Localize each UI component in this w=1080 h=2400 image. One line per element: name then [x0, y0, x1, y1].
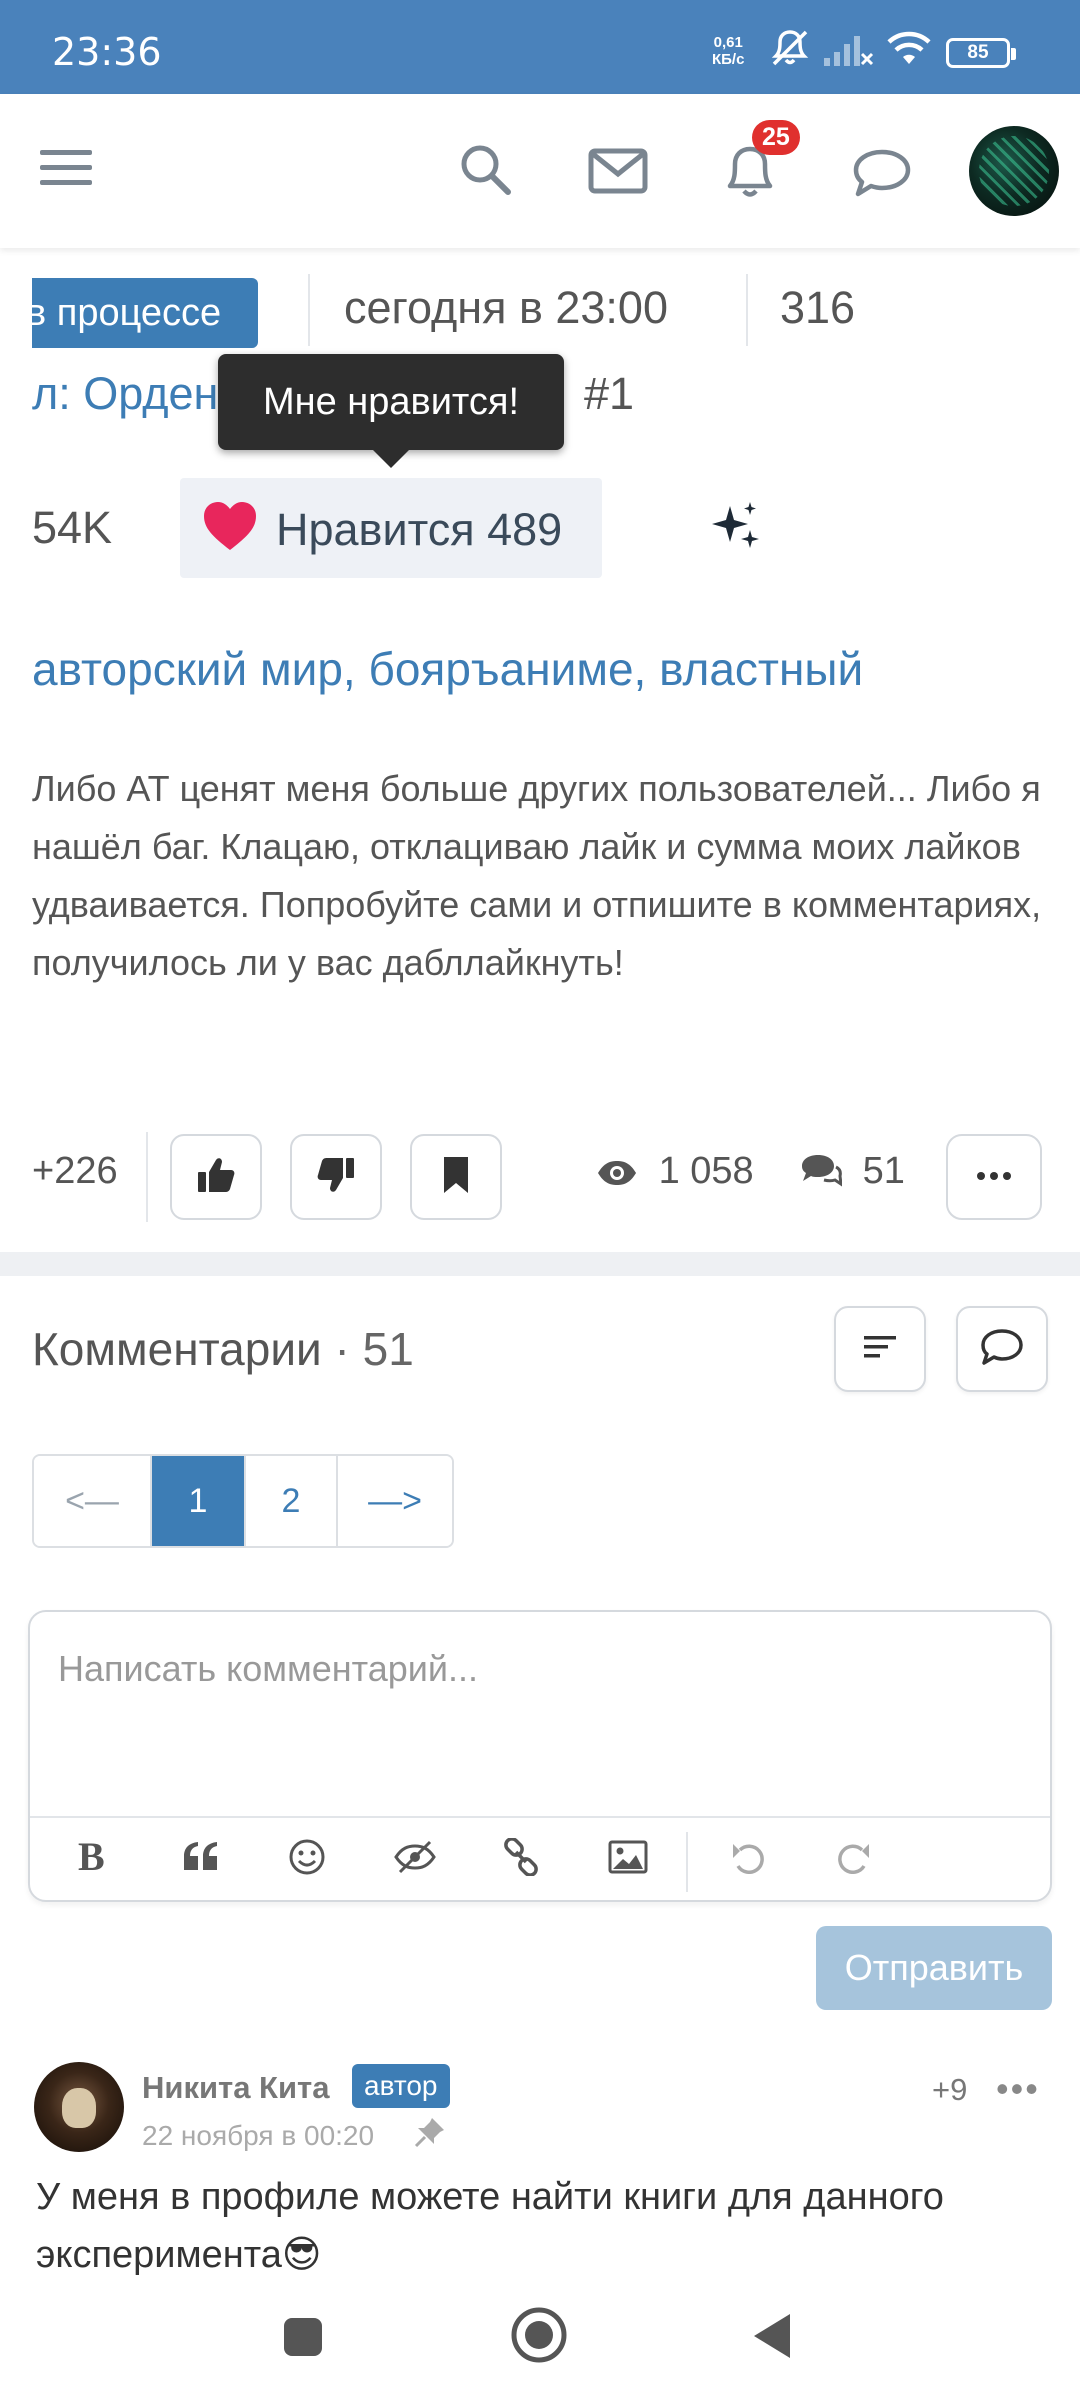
sort-icon — [862, 1333, 898, 1366]
redo-icon[interactable] — [836, 1840, 872, 1879]
book-status-badge: в процессе — [32, 278, 258, 348]
thumbs-down-icon — [316, 1156, 356, 1199]
comments-title: Комментарии · 51 — [32, 1322, 414, 1376]
back-icon[interactable] — [750, 2312, 794, 2365]
post-text: Либо АТ ценят меня больше других пользов… — [32, 768, 1042, 983]
thumbs-up-icon — [196, 1156, 236, 1199]
comment-date: 22 ноября в 00:20 — [142, 2120, 375, 2151]
pager-next[interactable]: —> — [338, 1456, 452, 1546]
battery-indicator: 85 — [946, 38, 1016, 68]
toolbar-divider — [686, 1832, 688, 1892]
comment-score: +9 — [932, 2072, 968, 2107]
sort-comments-button[interactable] — [834, 1306, 926, 1392]
comment-input-placeholder[interactable]: Написать комментарий... — [58, 1648, 478, 1690]
series-link[interactable]: Орден — [83, 368, 218, 419]
spoiler-icon[interactable] — [394, 1840, 436, 1879]
eye-icon — [596, 1150, 659, 1192]
post-more-button[interactable] — [946, 1134, 1042, 1220]
more-dots-icon — [976, 1168, 1012, 1186]
comment-bubble-icon — [980, 1328, 1024, 1371]
user-avatar[interactable] — [969, 126, 1059, 216]
pin-icon — [414, 2116, 446, 2153]
meta-divider — [308, 274, 310, 346]
link-icon[interactable] — [502, 1837, 540, 1881]
smile-icon[interactable] — [288, 1838, 326, 1881]
comments-title-text: Комментарии — [32, 1323, 322, 1375]
system-nav-bar — [0, 2276, 1080, 2400]
meta-divider — [746, 274, 748, 346]
quote-icon[interactable] — [182, 1840, 220, 1877]
notifications-badge: 25 — [752, 120, 800, 155]
new-comment-button[interactable] — [956, 1306, 1048, 1392]
app-header — [0, 94, 1080, 248]
heart-icon — [202, 500, 258, 557]
home-icon[interactable] — [510, 2306, 568, 2369]
network-speed-unit: КБ/с — [712, 51, 745, 68]
battery-level: 85 — [967, 42, 989, 63]
like-label-text: Нравится — [276, 504, 475, 555]
score-divider — [146, 1132, 148, 1222]
wifi-icon — [884, 28, 934, 73]
like-tooltip: Мне нравится! — [218, 354, 564, 468]
book-tags[interactable]: авторский мир, бояръаниме, властный — [32, 642, 874, 696]
pager-page-2[interactable]: 2 — [246, 1456, 338, 1546]
recent-apps-icon[interactable] — [282, 2316, 324, 2363]
bookmark-icon — [442, 1155, 470, 1200]
undo-icon[interactable] — [730, 1840, 766, 1879]
editor-toolbar: B — [30, 1816, 1050, 1902]
like-label: Нравится 489 — [276, 504, 562, 556]
status-bar: 23:36 0,61 КБ/с 85 — [0, 0, 1080, 94]
comment-editor[interactable]: Написать комментарий... B — [28, 1610, 1052, 1902]
post-comments-count: 51 — [800, 1150, 905, 1193]
chat-icon[interactable] — [852, 148, 912, 203]
network-speed-value: 0,61 — [713, 34, 743, 51]
book-series: л: Орден #1 — [32, 368, 634, 420]
mute-alarm-icon — [768, 26, 812, 75]
pager-page-1[interactable]: 1 — [152, 1456, 246, 1546]
pager-prev[interactable]: <— — [34, 1456, 152, 1546]
book-updated: сегодня в 23:00 — [344, 282, 668, 333]
comments-count: 51 — [862, 1150, 905, 1192]
post-views: 1 058 — [596, 1150, 754, 1193]
author-badge: автор — [352, 2064, 450, 2108]
comment-author-avatar[interactable] — [34, 2062, 124, 2152]
series-number: #1 — [584, 368, 635, 419]
mail-icon[interactable] — [588, 148, 648, 199]
svg-text:B: B — [78, 1836, 105, 1876]
search-icon[interactable] — [458, 142, 514, 203]
bold-icon[interactable]: B — [76, 1834, 110, 1881]
sparkles-icon[interactable] — [710, 500, 766, 561]
signal-icon — [822, 30, 874, 75]
series-prefix: л: — [32, 368, 71, 419]
comments-pager: <— 1 2 —> — [32, 1454, 454, 1548]
status-time: 23:36 — [52, 30, 162, 74]
book-reads: 54K — [32, 502, 113, 553]
image-icon[interactable] — [608, 1840, 648, 1879]
section-divider — [0, 1252, 1080, 1276]
bookmark-button[interactable] — [410, 1134, 502, 1220]
comment-more-button[interactable]: ••• — [996, 2068, 1040, 2110]
comment-author-name[interactable]: Никита Кита — [142, 2070, 329, 2106]
network-speed: 0,61 КБ/с — [712, 34, 744, 68]
book-status-label: в процессе — [32, 292, 222, 334]
comments-title-count: · 51 — [334, 1323, 414, 1375]
menu-icon[interactable] — [38, 146, 94, 195]
post-score: +226 — [32, 1150, 118, 1192]
comments-icon — [800, 1150, 863, 1192]
like-button[interactable]: Нравится 489 — [180, 478, 602, 578]
send-comment-button[interactable]: Отправить — [816, 1926, 1052, 2010]
views-count: 1 058 — [658, 1150, 754, 1192]
book-chapter-count: 316 — [780, 282, 856, 333]
downvote-button[interactable] — [290, 1134, 382, 1220]
comment-text: У меня в профиле можете найти книги для … — [36, 2176, 944, 2276]
like-count: 489 — [487, 504, 563, 555]
upvote-button[interactable] — [170, 1134, 262, 1220]
